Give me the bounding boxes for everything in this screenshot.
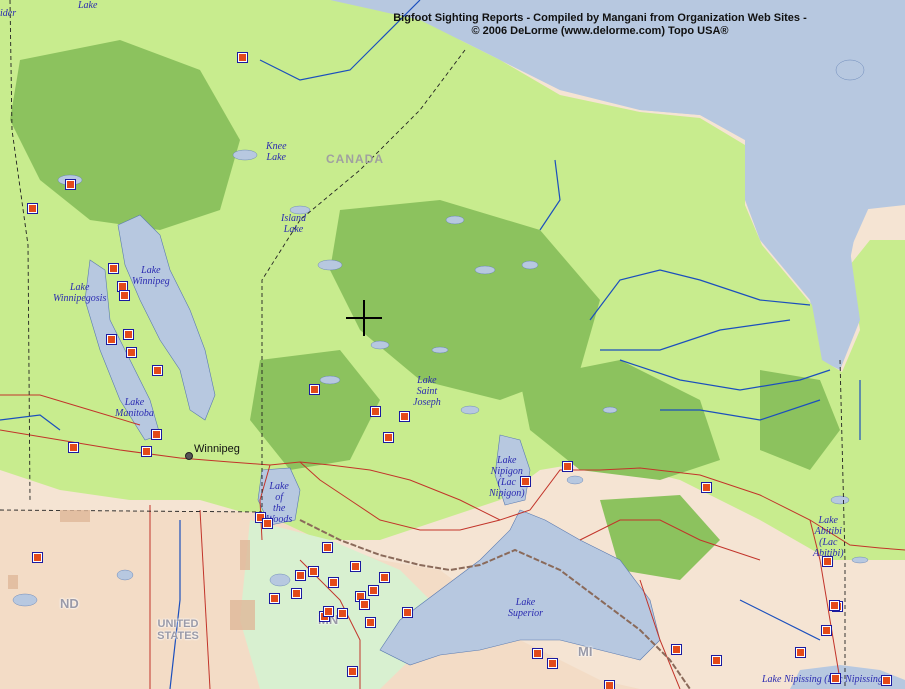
country-label-line-1: UNITED bbox=[157, 618, 199, 630]
map-canvas bbox=[0, 0, 905, 689]
sighting-marker[interactable] bbox=[68, 442, 79, 453]
sighting-marker[interactable] bbox=[829, 600, 840, 611]
sighting-marker[interactable] bbox=[562, 461, 573, 472]
sighting-marker[interactable] bbox=[402, 607, 413, 618]
sighting-marker[interactable] bbox=[119, 290, 130, 301]
sighting-marker[interactable] bbox=[821, 625, 832, 636]
lake-label-top: Lake bbox=[78, 0, 98, 11]
lake-label-winnipeg: Lake Winnipeg bbox=[132, 265, 170, 287]
sighting-marker[interactable] bbox=[604, 680, 615, 689]
sighting-marker[interactable] bbox=[262, 518, 273, 529]
sighting-marker[interactable] bbox=[399, 411, 410, 422]
lake-label-island: Island Lake bbox=[281, 213, 306, 235]
sighting-marker[interactable] bbox=[295, 570, 306, 581]
lake-label-superior: Lake Superior bbox=[508, 597, 543, 619]
map-view[interactable]: Bigfoot Sighting Reports - Compiled by M… bbox=[0, 0, 905, 689]
city-marker-winnipeg[interactable] bbox=[185, 452, 193, 460]
city-label-winnipeg: Winnipeg bbox=[194, 443, 240, 455]
sighting-marker[interactable] bbox=[881, 675, 892, 686]
lake-label-nipigon: Lake Nipigon (Lac Nipigon) bbox=[489, 455, 525, 499]
sighting-marker[interactable] bbox=[323, 606, 334, 617]
sighting-marker[interactable] bbox=[359, 599, 370, 610]
lake-label-nipissing: Lake Nipissing (Lac Nipissing) bbox=[762, 674, 887, 685]
sighting-marker[interactable] bbox=[108, 263, 119, 274]
sighting-marker[interactable] bbox=[830, 673, 841, 684]
sighting-marker[interactable] bbox=[117, 281, 128, 292]
sighting-marker[interactable] bbox=[547, 658, 558, 669]
sighting-marker[interactable] bbox=[65, 179, 76, 190]
sighting-marker[interactable] bbox=[370, 406, 381, 417]
sighting-marker[interactable] bbox=[368, 585, 379, 596]
region-label-canada: CANADA bbox=[326, 152, 384, 166]
map-title-line-2: © 2006 DeLorme (www.delorme.com) Topo US… bbox=[471, 25, 729, 37]
sighting-marker[interactable] bbox=[106, 334, 117, 345]
sighting-marker[interactable] bbox=[151, 429, 162, 440]
lake-label-manitoba: Lake Manitoba bbox=[115, 397, 154, 419]
crosshair-cursor-icon bbox=[346, 300, 382, 336]
sighting-marker[interactable] bbox=[365, 617, 376, 628]
lake-label-saint-joseph: Lake Saint Joseph bbox=[413, 375, 441, 408]
sighting-marker[interactable] bbox=[27, 203, 38, 214]
sighting-marker[interactable] bbox=[309, 384, 320, 395]
sighting-marker[interactable] bbox=[520, 476, 531, 487]
sighting-marker[interactable] bbox=[711, 655, 722, 666]
map-title-line-1: Bigfoot Sighting Reports - Compiled by M… bbox=[393, 12, 807, 24]
sighting-marker[interactable] bbox=[152, 365, 163, 376]
sighting-marker[interactable] bbox=[337, 608, 348, 619]
sighting-marker[interactable] bbox=[671, 644, 682, 655]
sighting-marker[interactable] bbox=[532, 648, 543, 659]
country-label-united-states: UNITED STATES bbox=[150, 618, 206, 642]
state-label-mi: MI bbox=[578, 644, 593, 659]
map-title: Bigfoot Sighting Reports - Compiled by M… bbox=[340, 12, 860, 38]
lake-label-cut-left: ider bbox=[0, 8, 17, 19]
sighting-marker[interactable] bbox=[347, 666, 358, 677]
sighting-marker[interactable] bbox=[269, 593, 280, 604]
sighting-marker[interactable] bbox=[350, 561, 361, 572]
lake-label-abitibi: Lake Abitibi (Lac Abitibi) bbox=[813, 515, 844, 559]
sighting-marker[interactable] bbox=[141, 446, 152, 457]
sighting-marker[interactable] bbox=[383, 432, 394, 443]
sighting-marker[interactable] bbox=[123, 329, 134, 340]
sighting-marker[interactable] bbox=[32, 552, 43, 563]
sighting-marker[interactable] bbox=[291, 588, 302, 599]
sighting-marker[interactable] bbox=[379, 572, 390, 583]
lake-label-knee: Knee Lake bbox=[266, 141, 287, 163]
sighting-marker[interactable] bbox=[126, 347, 137, 358]
sighting-marker[interactable] bbox=[322, 542, 333, 553]
state-label-nd: ND bbox=[60, 596, 79, 611]
sighting-marker[interactable] bbox=[795, 647, 806, 658]
sighting-marker[interactable] bbox=[701, 482, 712, 493]
sighting-marker[interactable] bbox=[237, 52, 248, 63]
sighting-marker[interactable] bbox=[822, 556, 833, 567]
sighting-marker[interactable] bbox=[308, 566, 319, 577]
country-label-line-2: STATES bbox=[157, 630, 199, 642]
sighting-marker[interactable] bbox=[328, 577, 339, 588]
lake-label-winnipegosis: Lake Winnipegosis bbox=[53, 282, 107, 304]
